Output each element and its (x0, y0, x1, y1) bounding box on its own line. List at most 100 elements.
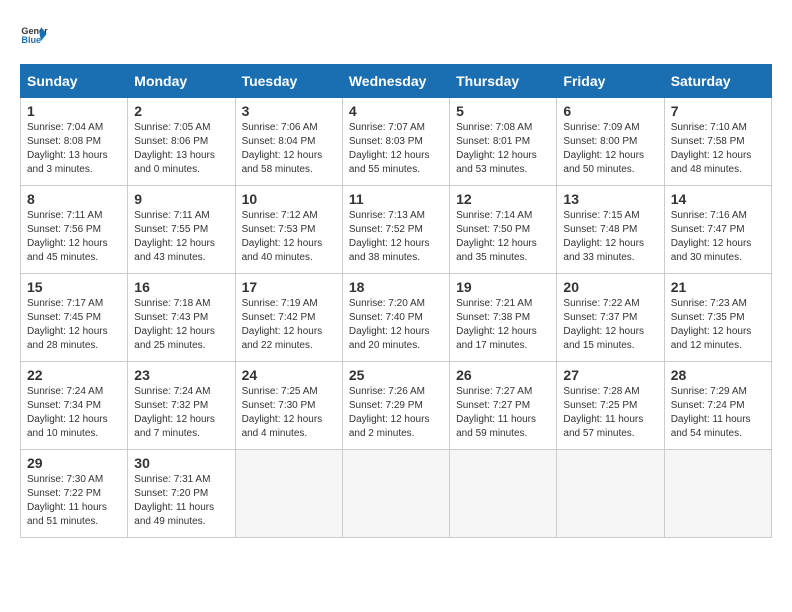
day-number: 26 (456, 367, 550, 383)
day-detail: Sunrise: 7:06 AMSunset: 8:04 PMDaylight:… (242, 122, 323, 175)
svg-text:Blue: Blue (21, 35, 41, 45)
day-detail: Sunrise: 7:13 AMSunset: 7:52 PMDaylight:… (349, 210, 430, 263)
day-number: 9 (134, 191, 228, 207)
calendar-cell: 13 Sunrise: 7:15 AMSunset: 7:48 PMDayligh… (557, 186, 664, 274)
day-number: 27 (563, 367, 657, 383)
calendar-cell: 15 Sunrise: 7:17 AMSunset: 7:45 PMDayligh… (21, 274, 128, 362)
day-number: 5 (456, 103, 550, 119)
col-saturday: Saturday (664, 65, 771, 98)
day-number: 29 (27, 455, 121, 471)
day-number: 20 (563, 279, 657, 295)
day-number: 30 (134, 455, 228, 471)
calendar-cell: 12 Sunrise: 7:14 AMSunset: 7:50 PMDayligh… (450, 186, 557, 274)
calendar-cell: 22Sunrise: 7:24 AMSunset: 7:34 PMDayligh… (21, 362, 128, 450)
calendar-cell: 2 Sunrise: 7:05 AMSunset: 8:06 PMDaylight… (128, 98, 235, 186)
day-detail: Sunrise: 7:24 AMSunset: 7:34 PMDaylight:… (27, 386, 108, 439)
calendar-cell: 11 Sunrise: 7:13 AMSunset: 7:52 PMDayligh… (342, 186, 449, 274)
day-detail: Sunrise: 7:28 AMSunset: 7:25 PMDaylight:… (563, 386, 643, 439)
day-number: 11 (349, 191, 443, 207)
calendar-cell: 5Sunrise: 7:08 AMSunset: 8:01 PMDaylight… (450, 98, 557, 186)
calendar-cell: 14 Sunrise: 7:16 AMSunset: 7:47 PMDayligh… (664, 186, 771, 274)
day-detail: Sunrise: 7:20 AMSunset: 7:40 PMDaylight:… (349, 298, 430, 351)
page-header: General Blue (20, 20, 772, 48)
calendar-table: Sunday Monday Tuesday Wednesday Thursday… (20, 64, 772, 538)
calendar-cell: 28 Sunrise: 7:29 AMSunset: 7:24 PMDayligh… (664, 362, 771, 450)
day-detail: Sunrise: 7:14 AMSunset: 7:50 PMDaylight:… (456, 210, 537, 263)
calendar-cell (235, 450, 342, 538)
day-number: 14 (671, 191, 765, 207)
col-sunday: Sunday (21, 65, 128, 98)
day-detail: Sunrise: 7:31 AMSunset: 7:20 PMDaylight:… (134, 474, 214, 527)
calendar-row: 29Sunrise: 7:30 AMSunset: 7:22 PMDayligh… (21, 450, 772, 538)
calendar-cell: 1 Sunrise: 7:04 AMSunset: 8:08 PMDaylight… (21, 98, 128, 186)
logo: General Blue (20, 20, 48, 48)
calendar-cell: 20 Sunrise: 7:22 AMSunset: 7:37 PMDayligh… (557, 274, 664, 362)
day-detail: Sunrise: 7:27 AMSunset: 7:27 PMDaylight:… (456, 386, 536, 439)
calendar-cell: 21 Sunrise: 7:23 AMSunset: 7:35 PMDayligh… (664, 274, 771, 362)
day-detail: Sunrise: 7:21 AMSunset: 7:38 PMDaylight:… (456, 298, 537, 351)
calendar-row: 8Sunrise: 7:11 AMSunset: 7:56 PMDaylight… (21, 186, 772, 274)
day-detail: Sunrise: 7:22 AMSunset: 7:37 PMDaylight:… (563, 298, 644, 351)
day-detail: Sunrise: 7:26 AMSunset: 7:29 PMDaylight:… (349, 386, 430, 439)
day-number: 10 (242, 191, 336, 207)
calendar-cell: 29Sunrise: 7:30 AMSunset: 7:22 PMDayligh… (21, 450, 128, 538)
calendar-cell: 6 Sunrise: 7:09 AMSunset: 8:00 PMDaylight… (557, 98, 664, 186)
calendar-cell: 24Sunrise: 7:25 AMSunset: 7:30 PMDayligh… (235, 362, 342, 450)
day-number: 4 (349, 103, 443, 119)
calendar-row: 1 Sunrise: 7:04 AMSunset: 8:08 PMDaylight… (21, 98, 772, 186)
day-detail: Sunrise: 7:18 AMSunset: 7:43 PMDaylight:… (134, 298, 215, 351)
calendar-cell (664, 450, 771, 538)
day-number: 24 (242, 367, 336, 383)
day-number: 18 (349, 279, 443, 295)
day-number: 16 (134, 279, 228, 295)
calendar-cell (450, 450, 557, 538)
col-thursday: Thursday (450, 65, 557, 98)
day-number: 19 (456, 279, 550, 295)
calendar-cell: 10 Sunrise: 7:12 AMSunset: 7:53 PMDayligh… (235, 186, 342, 274)
day-detail: Sunrise: 7:09 AMSunset: 8:00 PMDaylight:… (563, 122, 644, 175)
day-number: 6 (563, 103, 657, 119)
calendar-cell: 23 Sunrise: 7:24 AMSunset: 7:32 PMDayligh… (128, 362, 235, 450)
day-detail: Sunrise: 7:29 AMSunset: 7:24 PMDaylight:… (671, 386, 751, 439)
calendar-cell: 16 Sunrise: 7:18 AMSunset: 7:43 PMDayligh… (128, 274, 235, 362)
calendar-cell: 17Sunrise: 7:19 AMSunset: 7:42 PMDayligh… (235, 274, 342, 362)
calendar-cell: 26 Sunrise: 7:27 AMSunset: 7:27 PMDayligh… (450, 362, 557, 450)
col-wednesday: Wednesday (342, 65, 449, 98)
calendar-cell (342, 450, 449, 538)
calendar-row: 15 Sunrise: 7:17 AMSunset: 7:45 PMDayligh… (21, 274, 772, 362)
day-number: 23 (134, 367, 228, 383)
day-detail: Sunrise: 7:16 AMSunset: 7:47 PMDaylight:… (671, 210, 752, 263)
day-detail: Sunrise: 7:07 AMSunset: 8:03 PMDaylight:… (349, 122, 430, 175)
day-detail: Sunrise: 7:23 AMSunset: 7:35 PMDaylight:… (671, 298, 752, 351)
day-number: 3 (242, 103, 336, 119)
day-detail: Sunrise: 7:24 AMSunset: 7:32 PMDaylight:… (134, 386, 215, 439)
header-row: Sunday Monday Tuesday Wednesday Thursday… (21, 65, 772, 98)
day-number: 1 (27, 103, 121, 119)
day-detail: Sunrise: 7:15 AMSunset: 7:48 PMDaylight:… (563, 210, 644, 263)
day-number: 25 (349, 367, 443, 383)
day-number: 28 (671, 367, 765, 383)
col-monday: Monday (128, 65, 235, 98)
day-number: 21 (671, 279, 765, 295)
day-number: 13 (563, 191, 657, 207)
calendar-cell: 19 Sunrise: 7:21 AMSunset: 7:38 PMDayligh… (450, 274, 557, 362)
calendar-cell (557, 450, 664, 538)
calendar-cell: 8Sunrise: 7:11 AMSunset: 7:56 PMDaylight… (21, 186, 128, 274)
logo-icon: General Blue (20, 20, 48, 48)
calendar-cell: 9 Sunrise: 7:11 AMSunset: 7:55 PMDaylight… (128, 186, 235, 274)
col-tuesday: Tuesday (235, 65, 342, 98)
day-number: 15 (27, 279, 121, 295)
day-detail: Sunrise: 7:11 AMSunset: 7:55 PMDaylight:… (134, 210, 215, 263)
day-number: 7 (671, 103, 765, 119)
calendar-cell: 3 Sunrise: 7:06 AMSunset: 8:04 PMDaylight… (235, 98, 342, 186)
day-detail: Sunrise: 7:12 AMSunset: 7:53 PMDaylight:… (242, 210, 323, 263)
day-detail: Sunrise: 7:04 AMSunset: 8:08 PMDaylight:… (27, 122, 108, 175)
calendar-cell: 7Sunrise: 7:10 AMSunset: 7:58 PMDaylight… (664, 98, 771, 186)
day-detail: Sunrise: 7:17 AMSunset: 7:45 PMDaylight:… (27, 298, 108, 351)
day-detail: Sunrise: 7:05 AMSunset: 8:06 PMDaylight:… (134, 122, 215, 175)
day-number: 8 (27, 191, 121, 207)
calendar-row: 22Sunrise: 7:24 AMSunset: 7:34 PMDayligh… (21, 362, 772, 450)
calendar-cell: 27 Sunrise: 7:28 AMSunset: 7:25 PMDayligh… (557, 362, 664, 450)
day-number: 2 (134, 103, 228, 119)
day-number: 12 (456, 191, 550, 207)
